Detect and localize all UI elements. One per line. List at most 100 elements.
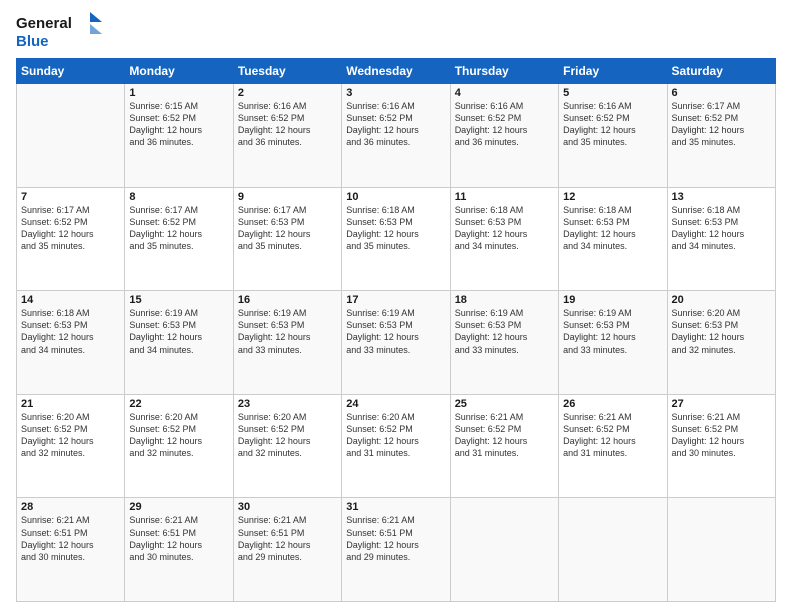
calendar-cell: 13Sunrise: 6:18 AMSunset: 6:53 PMDayligh… bbox=[667, 187, 775, 291]
day-info: Sunrise: 6:19 AMSunset: 6:53 PMDaylight:… bbox=[346, 307, 445, 356]
day-number: 20 bbox=[672, 294, 771, 306]
calendar-cell: 6Sunrise: 6:17 AMSunset: 6:52 PMDaylight… bbox=[667, 84, 775, 188]
day-number: 21 bbox=[21, 398, 120, 410]
day-info: Sunrise: 6:21 AMSunset: 6:51 PMDaylight:… bbox=[238, 514, 337, 563]
day-number: 18 bbox=[455, 294, 554, 306]
day-info: Sunrise: 6:21 AMSunset: 6:52 PMDaylight:… bbox=[672, 411, 771, 460]
day-info: Sunrise: 6:18 AMSunset: 6:53 PMDaylight:… bbox=[563, 204, 662, 253]
calendar-cell: 20Sunrise: 6:20 AMSunset: 6:53 PMDayligh… bbox=[667, 291, 775, 395]
calendar-cell: 12Sunrise: 6:18 AMSunset: 6:53 PMDayligh… bbox=[559, 187, 667, 291]
day-info: Sunrise: 6:21 AMSunset: 6:52 PMDaylight:… bbox=[455, 411, 554, 460]
day-info: Sunrise: 6:15 AMSunset: 6:52 PMDaylight:… bbox=[129, 100, 228, 149]
day-number: 24 bbox=[346, 398, 445, 410]
day-info: Sunrise: 6:18 AMSunset: 6:53 PMDaylight:… bbox=[21, 307, 120, 356]
day-info: Sunrise: 6:19 AMSunset: 6:53 PMDaylight:… bbox=[129, 307, 228, 356]
calendar-cell bbox=[667, 498, 775, 602]
day-info: Sunrise: 6:17 AMSunset: 6:52 PMDaylight:… bbox=[129, 204, 228, 253]
day-info: Sunrise: 6:18 AMSunset: 6:53 PMDaylight:… bbox=[346, 204, 445, 253]
calendar-week-row: 14Sunrise: 6:18 AMSunset: 6:53 PMDayligh… bbox=[17, 291, 776, 395]
day-number: 3 bbox=[346, 87, 445, 99]
calendar-cell: 23Sunrise: 6:20 AMSunset: 6:52 PMDayligh… bbox=[233, 394, 341, 498]
day-number: 6 bbox=[672, 87, 771, 99]
day-info: Sunrise: 6:21 AMSunset: 6:51 PMDaylight:… bbox=[129, 514, 228, 563]
calendar-cell: 11Sunrise: 6:18 AMSunset: 6:53 PMDayligh… bbox=[450, 187, 558, 291]
calendar-body: 1Sunrise: 6:15 AMSunset: 6:52 PMDaylight… bbox=[17, 84, 776, 602]
day-number: 12 bbox=[563, 191, 662, 203]
day-info: Sunrise: 6:16 AMSunset: 6:52 PMDaylight:… bbox=[238, 100, 337, 149]
day-info: Sunrise: 6:20 AMSunset: 6:52 PMDaylight:… bbox=[238, 411, 337, 460]
calendar-cell: 24Sunrise: 6:20 AMSunset: 6:52 PMDayligh… bbox=[342, 394, 450, 498]
day-number: 19 bbox=[563, 294, 662, 306]
day-info: Sunrise: 6:19 AMSunset: 6:53 PMDaylight:… bbox=[563, 307, 662, 356]
weekday-header-cell: Saturday bbox=[667, 59, 775, 84]
day-number: 15 bbox=[129, 294, 228, 306]
calendar-cell: 26Sunrise: 6:21 AMSunset: 6:52 PMDayligh… bbox=[559, 394, 667, 498]
day-info: Sunrise: 6:17 AMSunset: 6:53 PMDaylight:… bbox=[238, 204, 337, 253]
calendar-cell: 27Sunrise: 6:21 AMSunset: 6:52 PMDayligh… bbox=[667, 394, 775, 498]
calendar-cell: 5Sunrise: 6:16 AMSunset: 6:52 PMDaylight… bbox=[559, 84, 667, 188]
day-number: 14 bbox=[21, 294, 120, 306]
calendar-cell: 2Sunrise: 6:16 AMSunset: 6:52 PMDaylight… bbox=[233, 84, 341, 188]
day-number: 23 bbox=[238, 398, 337, 410]
calendar-cell: 3Sunrise: 6:16 AMSunset: 6:52 PMDaylight… bbox=[342, 84, 450, 188]
day-info: Sunrise: 6:16 AMSunset: 6:52 PMDaylight:… bbox=[563, 100, 662, 149]
calendar-week-row: 28Sunrise: 6:21 AMSunset: 6:51 PMDayligh… bbox=[17, 498, 776, 602]
day-number: 4 bbox=[455, 87, 554, 99]
day-info: Sunrise: 6:21 AMSunset: 6:52 PMDaylight:… bbox=[563, 411, 662, 460]
calendar-cell: 19Sunrise: 6:19 AMSunset: 6:53 PMDayligh… bbox=[559, 291, 667, 395]
day-number: 30 bbox=[238, 501, 337, 513]
calendar-cell: 16Sunrise: 6:19 AMSunset: 6:53 PMDayligh… bbox=[233, 291, 341, 395]
calendar-table: SundayMondayTuesdayWednesdayThursdayFrid… bbox=[16, 58, 776, 602]
logo: General Blue bbox=[16, 10, 106, 50]
day-number: 11 bbox=[455, 191, 554, 203]
calendar-cell: 25Sunrise: 6:21 AMSunset: 6:52 PMDayligh… bbox=[450, 394, 558, 498]
header: General Blue bbox=[16, 10, 776, 50]
day-info: Sunrise: 6:16 AMSunset: 6:52 PMDaylight:… bbox=[455, 100, 554, 149]
calendar-cell: 4Sunrise: 6:16 AMSunset: 6:52 PMDaylight… bbox=[450, 84, 558, 188]
day-number: 26 bbox=[563, 398, 662, 410]
day-number: 13 bbox=[672, 191, 771, 203]
day-number: 29 bbox=[129, 501, 228, 513]
calendar-cell: 17Sunrise: 6:19 AMSunset: 6:53 PMDayligh… bbox=[342, 291, 450, 395]
weekday-header-cell: Wednesday bbox=[342, 59, 450, 84]
weekday-header-cell: Sunday bbox=[17, 59, 125, 84]
day-info: Sunrise: 6:19 AMSunset: 6:53 PMDaylight:… bbox=[455, 307, 554, 356]
calendar-cell: 21Sunrise: 6:20 AMSunset: 6:52 PMDayligh… bbox=[17, 394, 125, 498]
day-number: 17 bbox=[346, 294, 445, 306]
calendar-cell: 22Sunrise: 6:20 AMSunset: 6:52 PMDayligh… bbox=[125, 394, 233, 498]
weekday-header-cell: Monday bbox=[125, 59, 233, 84]
calendar-cell: 8Sunrise: 6:17 AMSunset: 6:52 PMDaylight… bbox=[125, 187, 233, 291]
day-number: 31 bbox=[346, 501, 445, 513]
svg-text:Blue: Blue bbox=[16, 33, 49, 50]
day-number: 9 bbox=[238, 191, 337, 203]
calendar-cell: 15Sunrise: 6:19 AMSunset: 6:53 PMDayligh… bbox=[125, 291, 233, 395]
day-number: 25 bbox=[455, 398, 554, 410]
day-number: 16 bbox=[238, 294, 337, 306]
calendar-cell bbox=[559, 498, 667, 602]
weekday-header-cell: Friday bbox=[559, 59, 667, 84]
calendar-cell bbox=[450, 498, 558, 602]
day-info: Sunrise: 6:17 AMSunset: 6:52 PMDaylight:… bbox=[672, 100, 771, 149]
calendar-cell bbox=[17, 84, 125, 188]
svg-text:General: General bbox=[16, 15, 72, 32]
calendar-cell: 18Sunrise: 6:19 AMSunset: 6:53 PMDayligh… bbox=[450, 291, 558, 395]
page: General Blue SundayMondayTuesdayWednesda… bbox=[0, 0, 792, 612]
weekday-header-cell: Thursday bbox=[450, 59, 558, 84]
day-number: 7 bbox=[21, 191, 120, 203]
calendar-cell: 14Sunrise: 6:18 AMSunset: 6:53 PMDayligh… bbox=[17, 291, 125, 395]
day-info: Sunrise: 6:20 AMSunset: 6:52 PMDaylight:… bbox=[129, 411, 228, 460]
day-number: 2 bbox=[238, 87, 337, 99]
day-number: 27 bbox=[672, 398, 771, 410]
day-info: Sunrise: 6:21 AMSunset: 6:51 PMDaylight:… bbox=[346, 514, 445, 563]
calendar-cell: 1Sunrise: 6:15 AMSunset: 6:52 PMDaylight… bbox=[125, 84, 233, 188]
calendar-cell: 31Sunrise: 6:21 AMSunset: 6:51 PMDayligh… bbox=[342, 498, 450, 602]
calendar-cell: 9Sunrise: 6:17 AMSunset: 6:53 PMDaylight… bbox=[233, 187, 341, 291]
calendar-cell: 7Sunrise: 6:17 AMSunset: 6:52 PMDaylight… bbox=[17, 187, 125, 291]
day-info: Sunrise: 6:18 AMSunset: 6:53 PMDaylight:… bbox=[672, 204, 771, 253]
weekday-header-row: SundayMondayTuesdayWednesdayThursdayFrid… bbox=[17, 59, 776, 84]
calendar-cell: 29Sunrise: 6:21 AMSunset: 6:51 PMDayligh… bbox=[125, 498, 233, 602]
calendar-cell: 28Sunrise: 6:21 AMSunset: 6:51 PMDayligh… bbox=[17, 498, 125, 602]
day-number: 1 bbox=[129, 87, 228, 99]
day-info: Sunrise: 6:21 AMSunset: 6:51 PMDaylight:… bbox=[21, 514, 120, 563]
calendar-week-row: 21 Sunrise: 6:20 AMSunset: 6:52 PMDayligh… bbox=[17, 394, 776, 498]
